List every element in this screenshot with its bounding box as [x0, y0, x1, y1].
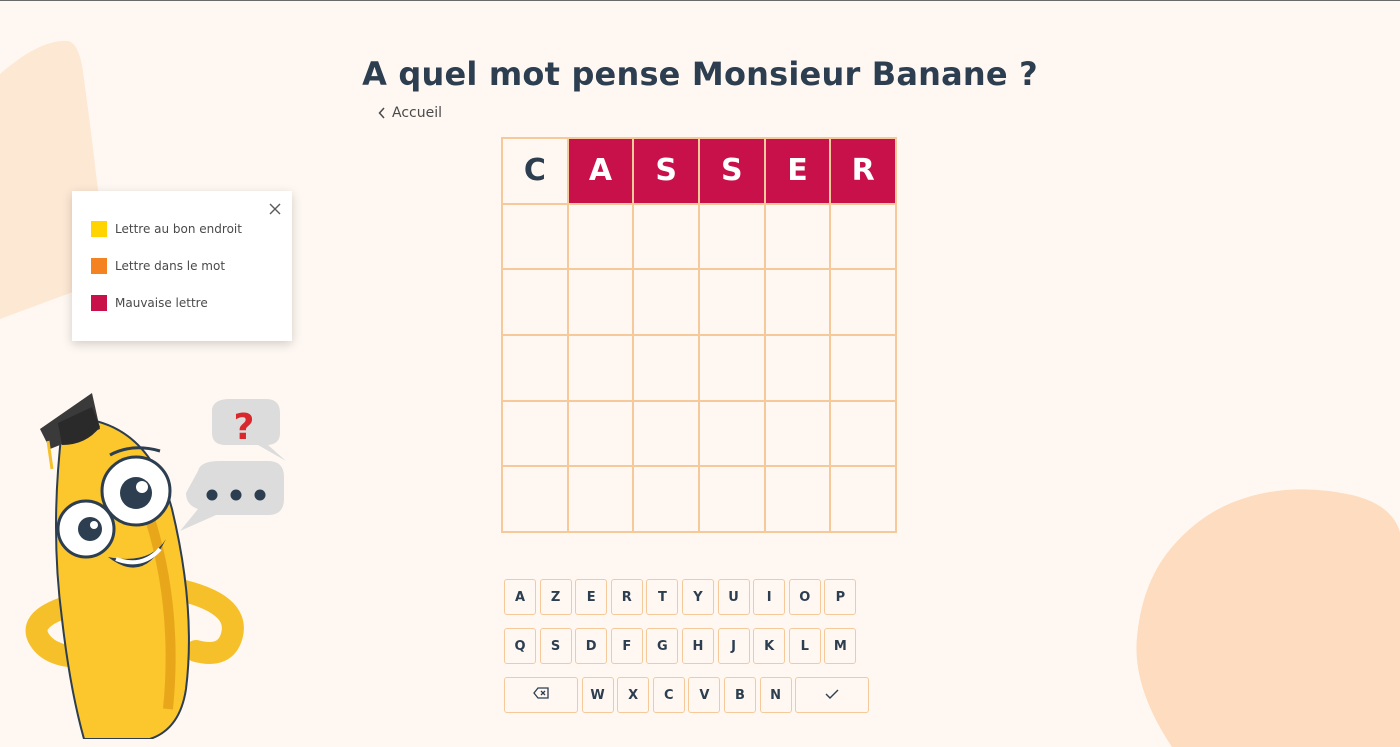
keyboard-row: WXCVBN	[504, 677, 896, 713]
legend-label: Lettre dans le mot	[115, 259, 226, 273]
key-p[interactable]: P	[824, 579, 857, 615]
check-icon	[825, 688, 839, 703]
key-b[interactable]: B	[723, 677, 756, 713]
legend-label: Mauvaise lettre	[115, 296, 208, 310]
grid-cell	[502, 466, 568, 532]
grid-cell: S	[633, 138, 699, 204]
grid-cell	[567, 466, 634, 532]
key-h[interactable]: H	[681, 628, 714, 664]
grid-cell	[764, 269, 831, 335]
grid-cell	[502, 400, 568, 467]
key-c[interactable]: C	[652, 677, 685, 713]
grid-cell	[830, 466, 896, 532]
key-i[interactable]: I	[753, 579, 786, 615]
close-icon[interactable]	[268, 201, 282, 215]
grid-cell	[567, 334, 634, 401]
chevron-left-icon	[378, 107, 386, 119]
grid-cell: A	[567, 138, 634, 204]
key-w[interactable]: W	[581, 677, 614, 713]
question-bubble: ?	[212, 399, 286, 461]
legend-panel: Lettre au bon endroit Lettre dans le mot M…	[72, 191, 292, 341]
grid-cell	[764, 334, 831, 401]
grid-cell	[633, 334, 699, 401]
legend-item: Mauvaise lettre	[91, 293, 292, 313]
virtual-keyboard: AZERTYUIOP QSDFGHJKLM WXCVBN	[504, 579, 896, 726]
grid-cell	[764, 203, 831, 270]
grid-cell	[698, 203, 765, 270]
legend-label: Lettre au bon endroit	[115, 222, 242, 236]
key-a[interactable]: A	[504, 579, 536, 615]
grid-cell	[764, 466, 831, 532]
grid-cell	[502, 203, 568, 270]
key-n[interactable]: N	[759, 677, 792, 713]
legend-swatch	[91, 295, 107, 311]
grid-cell	[633, 269, 699, 335]
grid-cell	[830, 269, 896, 335]
key-z[interactable]: Z	[539, 579, 572, 615]
grid-cell	[698, 334, 765, 401]
key-l[interactable]: L	[788, 628, 821, 664]
grid-cell: S	[698, 138, 765, 204]
grid-cell	[698, 400, 765, 467]
key-r[interactable]: R	[610, 579, 643, 615]
backspace-key[interactable]	[504, 677, 578, 713]
submit-key[interactable]	[795, 677, 870, 713]
key-u[interactable]: U	[717, 579, 750, 615]
keyboard-row: QSDFGHJKLM	[504, 628, 896, 664]
key-j[interactable]: J	[717, 628, 750, 664]
keyboard-row: AZERTYUIOP	[504, 579, 896, 615]
key-t[interactable]: T	[646, 579, 679, 615]
legend-item: Lettre au bon endroit	[91, 219, 292, 239]
grid-cell	[633, 466, 699, 532]
question-mark: ?	[234, 407, 255, 448]
key-s[interactable]: S	[539, 628, 572, 664]
background-blob-right	[1136, 489, 1400, 747]
grid-cell	[764, 400, 831, 467]
key-o[interactable]: O	[788, 579, 821, 615]
word-grid: CASSER	[501, 137, 897, 533]
grid-cell: R	[830, 138, 896, 204]
key-g[interactable]: G	[646, 628, 679, 664]
grid-cell	[567, 203, 634, 270]
grid-cell	[830, 334, 896, 401]
key-f[interactable]: F	[610, 628, 643, 664]
banana-mascot: ?	[25, 393, 286, 739]
grid-cell	[633, 400, 699, 467]
backspace-icon	[533, 687, 549, 703]
legend-swatch	[91, 221, 107, 237]
key-e[interactable]: E	[575, 579, 608, 615]
grid-cell	[698, 269, 765, 335]
grid-cell	[567, 269, 634, 335]
key-x[interactable]: X	[617, 677, 650, 713]
thinking-bubble	[180, 461, 284, 531]
grid-cell	[502, 334, 568, 401]
key-y[interactable]: Y	[681, 579, 714, 615]
page-title: A quel mot pense Monsieur Banane ?	[362, 55, 1038, 93]
grid-cell	[633, 203, 699, 270]
grid-cell	[830, 400, 896, 467]
grid-cell: E	[764, 138, 831, 204]
grid-cell	[567, 400, 634, 467]
legend-swatch	[91, 258, 107, 274]
grid-cell	[830, 203, 896, 270]
grid-cell: C	[502, 138, 568, 204]
key-v[interactable]: V	[688, 677, 721, 713]
grid-cell	[502, 269, 568, 335]
legend-item: Lettre dans le mot	[91, 256, 292, 276]
key-q[interactable]: Q	[504, 628, 536, 664]
back-link[interactable]: Accueil	[378, 105, 442, 121]
key-m[interactable]: M	[824, 628, 857, 664]
key-k[interactable]: K	[753, 628, 786, 664]
back-link-label: Accueil	[392, 105, 442, 121]
grid-cell	[698, 466, 765, 532]
key-d[interactable]: D	[575, 628, 608, 664]
